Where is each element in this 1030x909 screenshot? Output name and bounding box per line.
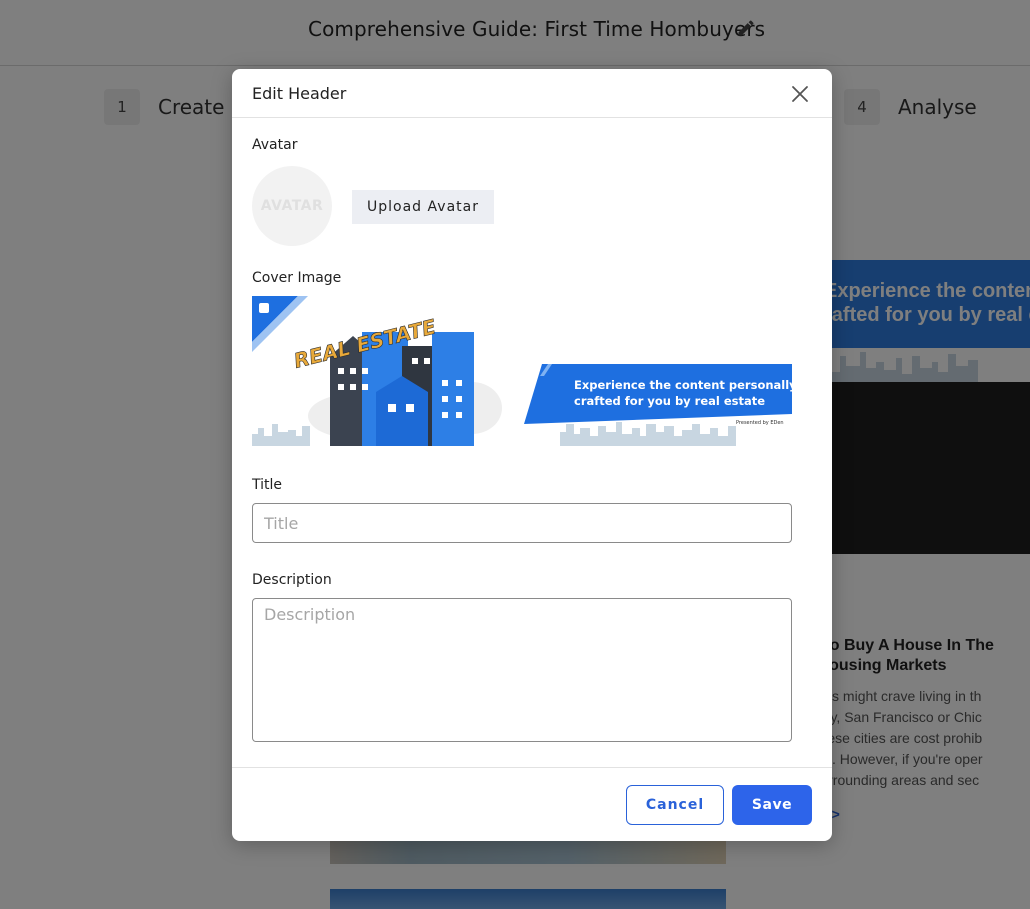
avatar-placeholder-text: AVATAR: [260, 198, 324, 214]
cover-image[interactable]: REAL ESTATE Experience the content perso…: [252, 296, 792, 446]
description-textarea[interactable]: [252, 598, 792, 742]
modal-title: Edit Header: [252, 84, 347, 103]
cover-image-label: Cover Image: [252, 270, 342, 286]
modal-header: Edit Header: [232, 69, 832, 118]
upload-avatar-button[interactable]: Upload Avatar: [352, 190, 494, 224]
save-button[interactable]: Save: [732, 785, 812, 825]
title-label: Title: [252, 477, 283, 493]
edit-header-modal: Edit Header Avatar AVATAR Upload Avatar …: [232, 69, 832, 841]
close-icon[interactable]: [788, 82, 812, 106]
cancel-button[interactable]: Cancel: [626, 785, 724, 825]
modal-footer: Cancel Save: [232, 767, 832, 841]
description-label: Description: [252, 572, 332, 588]
cover-presented-text: Presented by EDen: [736, 420, 784, 426]
avatar: AVATAR: [252, 166, 332, 246]
avatar-label: Avatar: [252, 137, 298, 153]
cover-illustration: REAL ESTATE Experience the content perso…: [252, 296, 792, 446]
cover-tagline-line1: Experience the content personally: [574, 378, 792, 392]
title-input[interactable]: [252, 503, 792, 543]
cover-tagline-line2: crafted for you by real estate: [574, 394, 765, 408]
